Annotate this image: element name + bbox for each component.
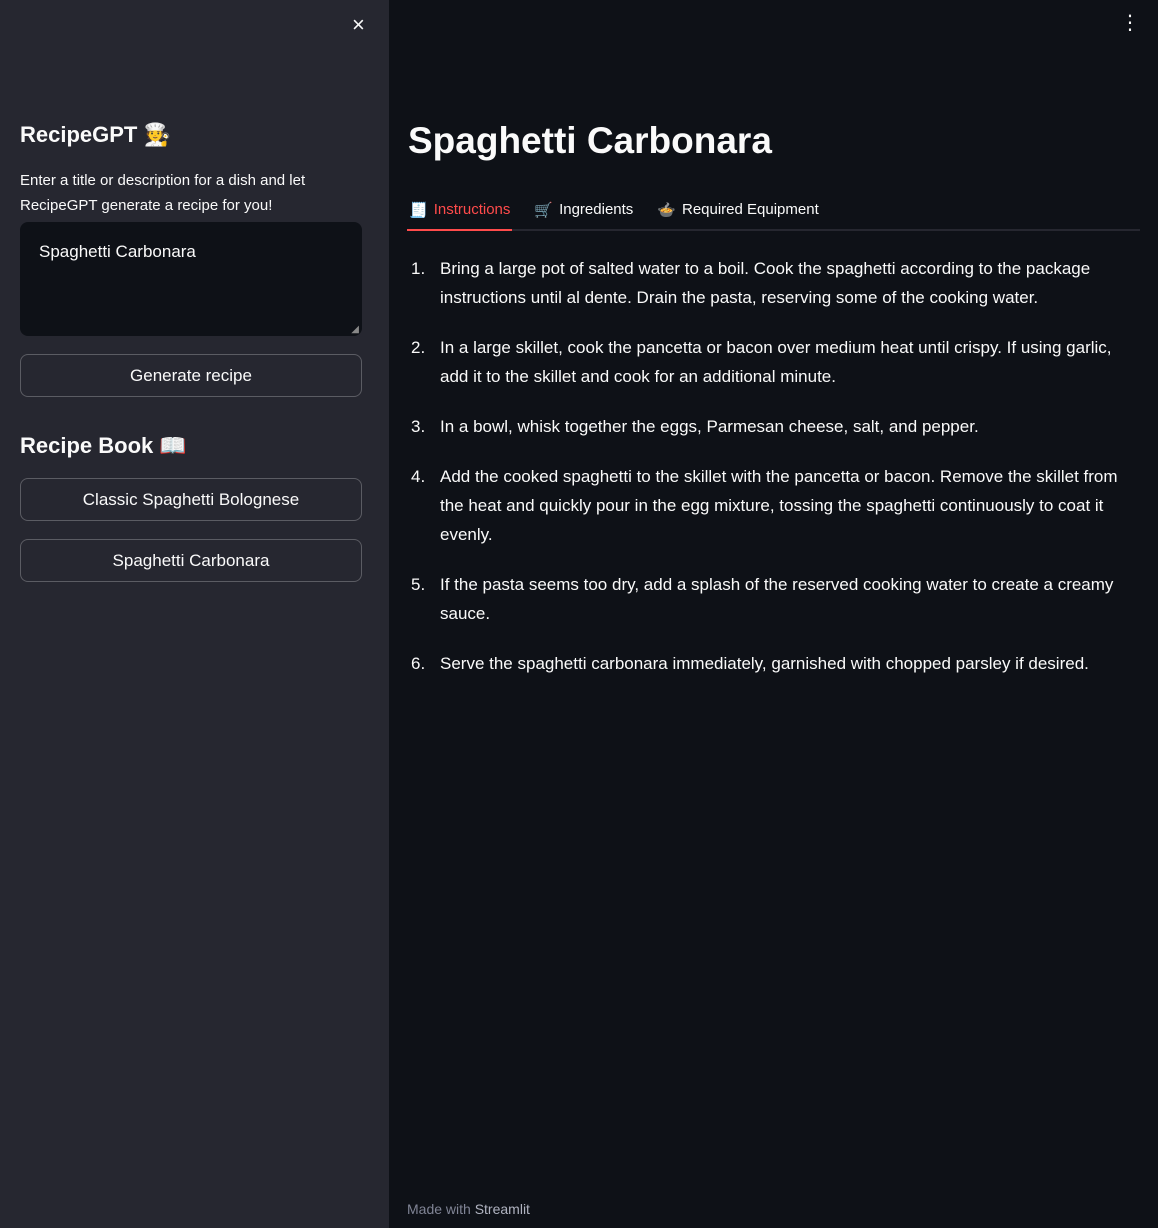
- list-item: 1. Bring a large pot of salted water to a…: [411, 254, 1141, 312]
- step-text: In a large skillet, cook the pancetta or…: [440, 338, 1112, 386]
- tab-label: Ingredients: [559, 201, 634, 218]
- chef-icon: 🧑‍🍳: [143, 122, 171, 147]
- recipe-input-value: Spaghetti Carbonara: [39, 242, 196, 261]
- more-menu-icon[interactable]: ⋮: [1120, 10, 1140, 35]
- footer-prefix: Made with: [407, 1201, 471, 1217]
- step-text: Add the cooked spaghetti to the skillet …: [440, 467, 1118, 544]
- app-title: RecipeGPT 🧑‍🍳: [20, 122, 171, 148]
- generate-recipe-button[interactable]: Generate recipe: [20, 354, 362, 397]
- step-text: Serve the spaghetti carbonara immediatel…: [440, 654, 1089, 673]
- receipt-icon: 🧾: [409, 201, 428, 219]
- list-item: 6. Serve the spaghetti carbonara immediat…: [411, 649, 1141, 678]
- cart-icon: 🛒: [534, 201, 554, 219]
- step-text: If the pasta seems too dry, add a splash…: [440, 575, 1114, 623]
- book-icon: 📖: [159, 433, 187, 458]
- tab-instructions[interactable]: 🧾 Instructions: [407, 190, 513, 231]
- pot-icon: 🍲: [657, 201, 676, 219]
- streamlit-link[interactable]: Streamlit: [475, 1201, 530, 1217]
- step-text: Bring a large pot of salted water to a b…: [440, 259, 1091, 307]
- recipe-book-heading: Recipe Book 📖: [20, 433, 187, 459]
- page-title: Spaghetti Carbonara: [408, 120, 772, 161]
- app-title-text: RecipeGPT: [20, 122, 138, 147]
- list-item: 4. Add the cooked spaghetti to the skille…: [411, 462, 1141, 549]
- list-item: 3. In a bowl, whisk together the eggs, Pa…: [411, 412, 1141, 441]
- footer: Made with Streamlit: [407, 1201, 530, 1217]
- tab-label: Instructions: [433, 201, 511, 218]
- step-number: 4.: [411, 467, 426, 486]
- recipe-input[interactable]: Spaghetti Carbonara ◢: [20, 222, 362, 336]
- list-item: 2. In a large skillet, cook the pancetta …: [411, 333, 1141, 391]
- recipe-book-item[interactable]: Spaghetti Carbonara: [20, 539, 362, 582]
- step-number: 5.: [411, 575, 426, 594]
- tab-required-equipment[interactable]: 🍲 Required Equipment: [655, 190, 820, 229]
- step-number: 2.: [411, 338, 426, 357]
- step-number: 1.: [411, 259, 426, 278]
- step-number: 6.: [411, 654, 426, 673]
- tab-label: Required Equipment: [681, 201, 819, 218]
- sidebar: × RecipeGPT 🧑‍🍳 Enter a title or descrip…: [0, 0, 389, 1228]
- list-item: 5. If the pasta seems too dry, add a spla…: [411, 570, 1141, 628]
- resize-handle-icon[interactable]: ◢: [351, 324, 359, 335]
- tab-ingredients[interactable]: 🛒 Ingredients: [532, 190, 635, 229]
- step-text: In a bowl, whisk together the eggs, Parm…: [440, 417, 979, 436]
- recipe-book-title: Recipe Book: [20, 433, 154, 458]
- recipe-book-item[interactable]: Classic Spaghetti Bolognese: [20, 478, 362, 521]
- main-content: ⋮ Spaghetti Carbonara 🧾 Instructions 🛒 Ing…: [389, 0, 1158, 1228]
- close-sidebar-icon[interactable]: ×: [352, 12, 365, 38]
- step-number: 3.: [411, 417, 426, 436]
- app-description: Enter a title or description for a dish …: [20, 172, 306, 214]
- tab-bar: 🧾 Instructions 🛒 Ingredients 🍲 Required Equ…: [407, 190, 1140, 231]
- instructions-list: 1. Bring a large pot of salted water to a…: [411, 254, 1141, 699]
